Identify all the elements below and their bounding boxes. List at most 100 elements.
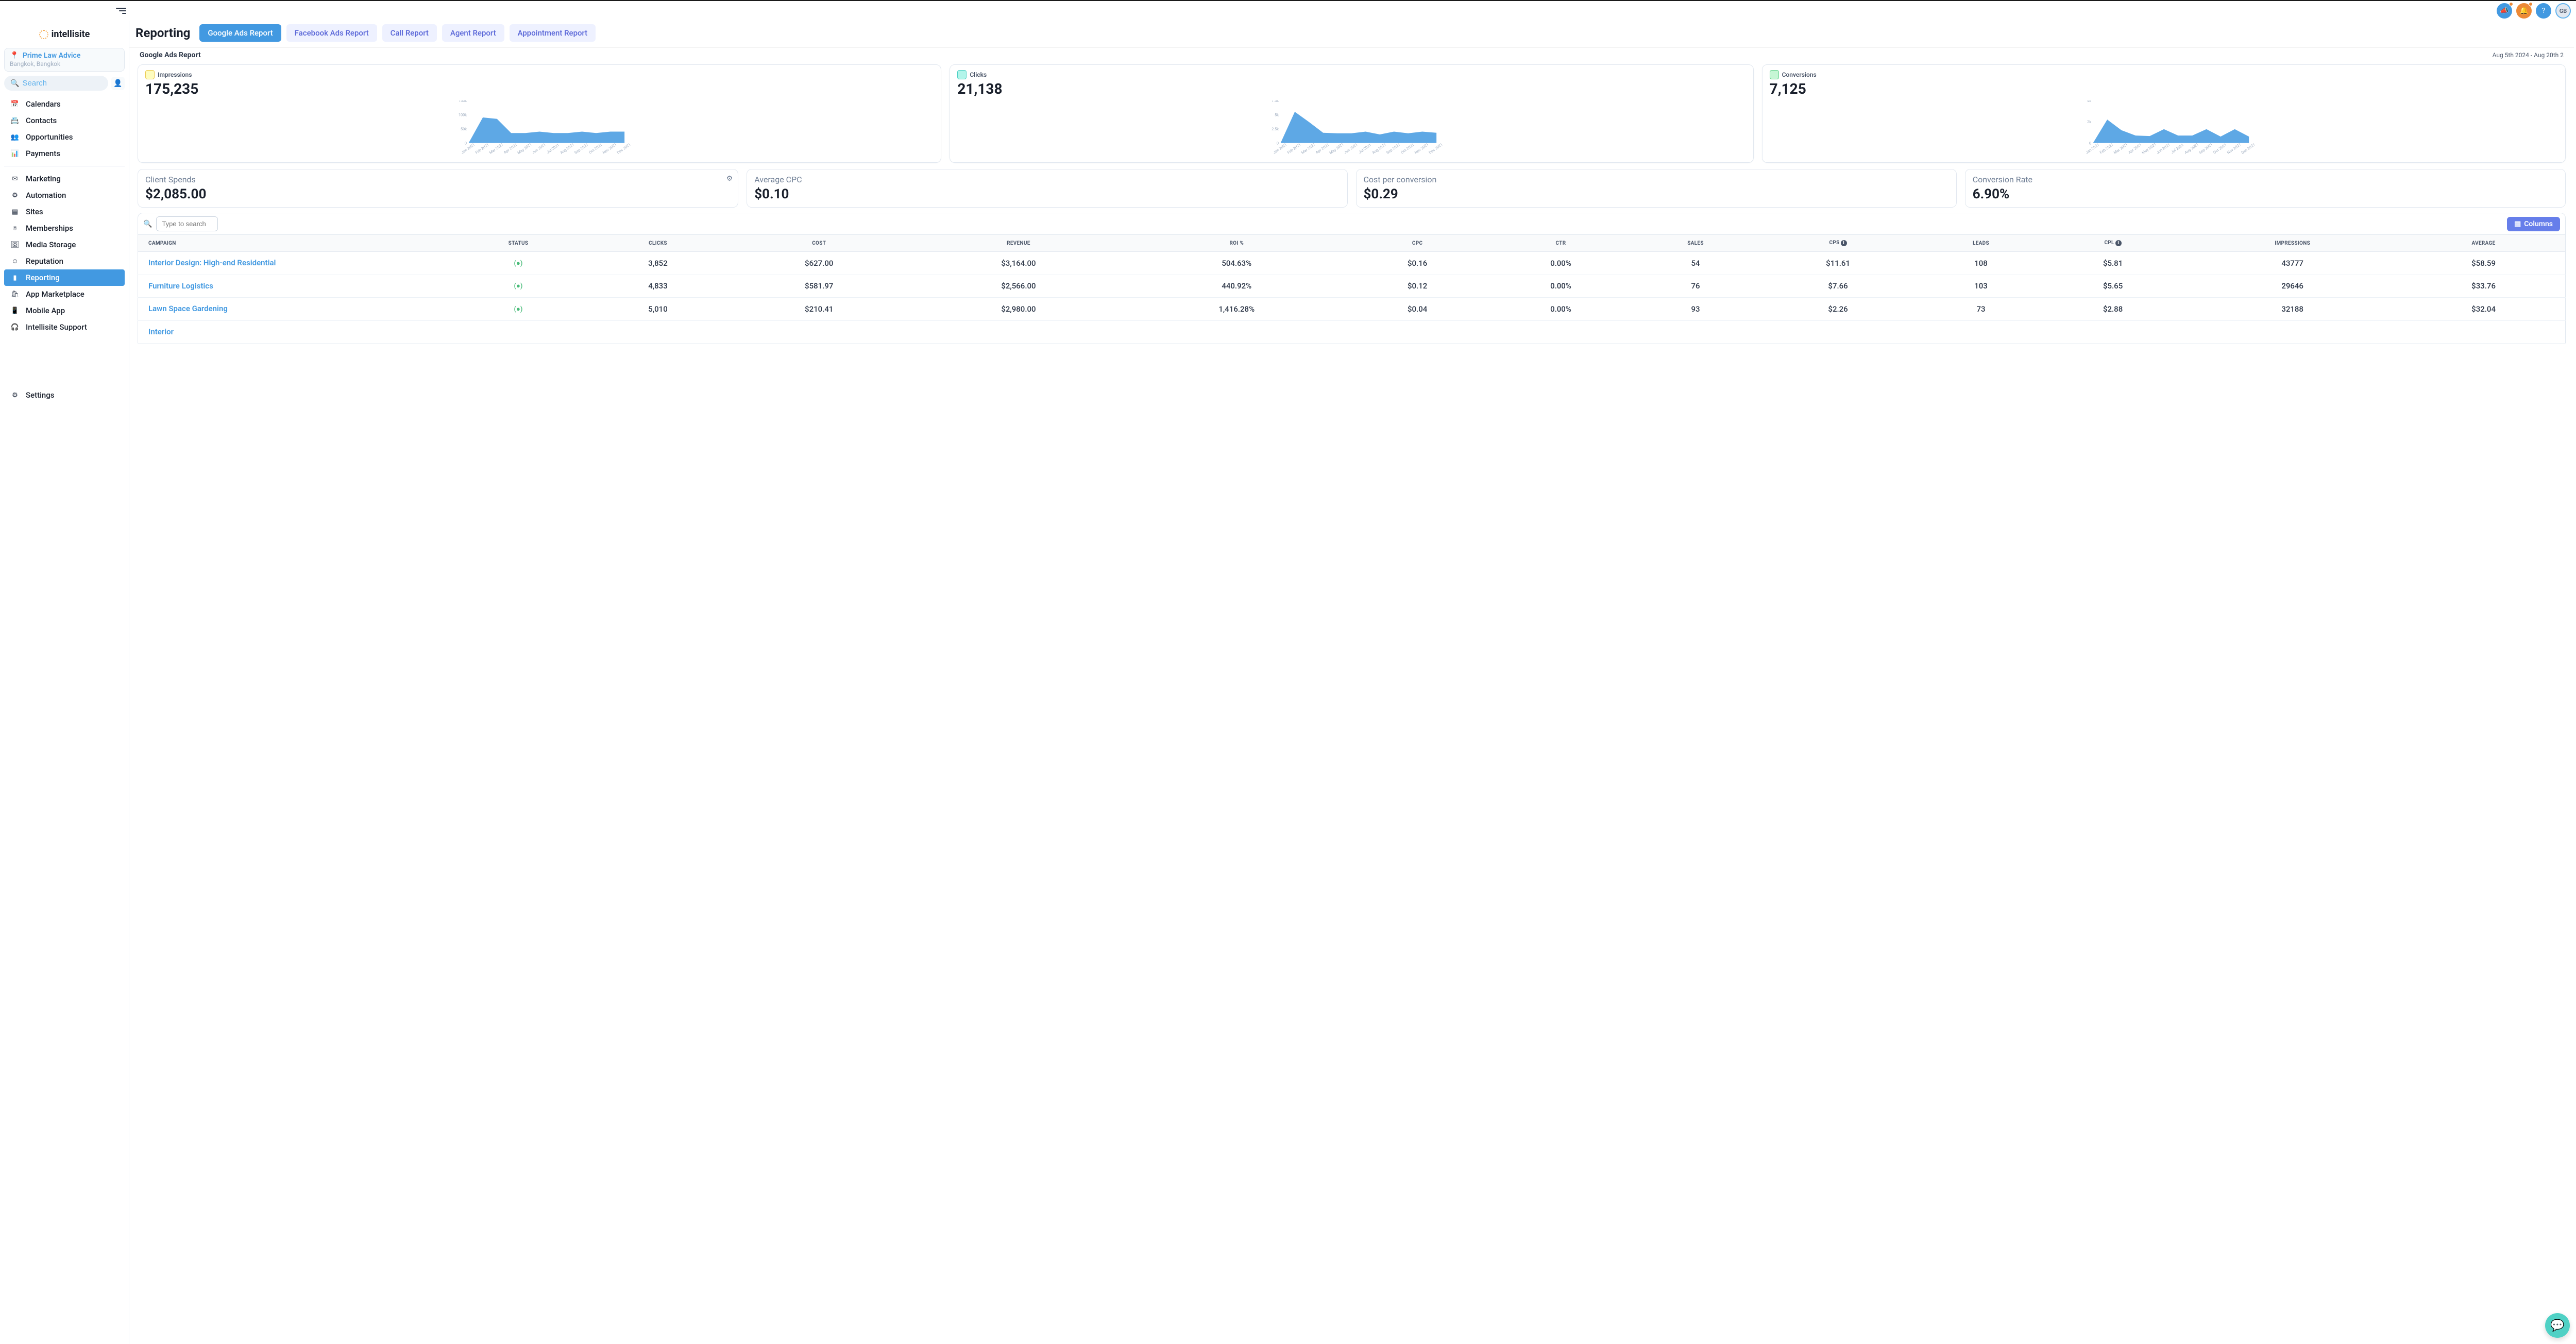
col-cpc[interactable]: CPC [1347, 235, 1487, 252]
columns-icon: ▦ [2514, 220, 2521, 228]
col-roi-%[interactable]: ROI % [1126, 235, 1347, 252]
columns-button-label: Columns [2524, 220, 2553, 228]
svg-text:Mar 2021: Mar 2021 [488, 142, 504, 155]
sidebar-item-opportunities[interactable]: 👥Opportunities [4, 129, 125, 145]
search-icon: 🔍 [143, 220, 152, 228]
sidebar-item-memberships[interactable]: ⍟Memberships [4, 220, 125, 236]
sidebar-item-calendars[interactable]: 📅Calendars [4, 96, 125, 112]
columns-button[interactable]: ▦ Columns [2507, 217, 2560, 231]
cell-sales: 76 [1634, 275, 1757, 298]
cell-cps [1757, 320, 1919, 344]
nav-icon: 📊 [10, 150, 20, 158]
col-cost[interactable]: COST [727, 235, 911, 252]
sidebar-item-contacts[interactable]: 📇Contacts [4, 112, 125, 129]
cell-clicks: 3,852 [589, 252, 727, 275]
search-box[interactable]: 🔍 [4, 76, 108, 91]
col-impressions[interactable]: IMPRESSIONS [2183, 235, 2402, 252]
cell-sales: 54 [1634, 252, 1757, 275]
svg-text:2.5k: 2.5k [1272, 127, 1279, 131]
info-icon: i [1841, 240, 1847, 246]
col-ctr[interactable]: CTR [1487, 235, 1634, 252]
nav-icon: ☺ [10, 257, 20, 265]
cell-cpl: $5.81 [2043, 252, 2183, 275]
svg-text:0: 0 [2089, 141, 2091, 145]
search-input[interactable] [22, 79, 102, 88]
cell-leads: 108 [1919, 252, 2043, 275]
account-selector[interactable]: 📍 Prime Law Advice Bangkok, Bangkok [4, 48, 125, 72]
table-row[interactable]: Furniture Logistics(●)4,833$581.97$2,566… [138, 275, 2566, 298]
svg-text:Apr 2021: Apr 2021 [503, 142, 518, 155]
svg-text:Sep 2021: Sep 2021 [573, 142, 589, 155]
card-label: Conversions [1782, 71, 1817, 78]
col-leads[interactable]: LEADS [1919, 235, 2043, 252]
cell-campaign[interactable]: Interior Design: High-end Residential [138, 252, 448, 275]
date-range[interactable]: Aug 5th 2024 - Aug 20th 2 [2493, 52, 2564, 59]
sidebar-item-mobile-app[interactable]: 📱Mobile App [4, 302, 125, 319]
person-icon[interactable]: 👤 [111, 77, 125, 90]
nav-icon: 📱 [10, 307, 20, 315]
sidebar-item-settings[interactable]: ⚙Settings [4, 387, 125, 403]
chat-bubble[interactable]: 💬 [2545, 1313, 2570, 1338]
sidebar-item-payments[interactable]: 📊Payments [4, 145, 125, 162]
cell-campaign[interactable]: Lawn Space Gardening [138, 298, 448, 321]
cell-cpl: $2.88 [2043, 298, 2183, 321]
help-button[interactable]: ? [2536, 3, 2551, 19]
cell-sales: 93 [1634, 298, 1757, 321]
sidebar-item-marketing[interactable]: ✉Marketing [4, 171, 125, 187]
nav-label: App Marketplace [26, 290, 84, 299]
table-search-input[interactable] [156, 216, 218, 231]
tab-facebook-ads-report[interactable]: Facebook Ads Report [286, 24, 377, 42]
cell-cpc [1347, 320, 1487, 344]
col-cps[interactable]: CPSi [1757, 235, 1919, 252]
tab-call-report[interactable]: Call Report [382, 24, 437, 42]
cell-cost [727, 320, 911, 344]
col-clicks[interactable]: CLICKS [589, 235, 727, 252]
tab-appointment-report[interactable]: Appointment Report [510, 24, 596, 42]
table-toolbar: 🔍 ▦ Columns [138, 213, 2566, 235]
svg-text:Aug 2021: Aug 2021 [559, 142, 575, 155]
stat-value: $0.29 [1364, 186, 1949, 202]
col-sales[interactable]: SALES [1634, 235, 1757, 252]
svg-text:0: 0 [465, 141, 467, 145]
table-row[interactable]: Interior [138, 320, 2566, 344]
sidebar-item-automation[interactable]: ⚙Automation [4, 187, 125, 203]
cell-average [2402, 320, 2565, 344]
notifications-button[interactable]: 🔔 [2516, 3, 2532, 19]
impressions-icon [145, 70, 155, 79]
svg-text:Jan 2021: Jan 2021 [1273, 142, 1288, 155]
cell-cps: $11.61 [1757, 252, 1919, 275]
tab-agent-report[interactable]: Agent Report [442, 24, 504, 42]
sidebar-item-reporting[interactable]: ▮Reporting [4, 269, 125, 286]
svg-text:Feb 2021: Feb 2021 [2098, 142, 2114, 155]
sidebar-item-intellisite-support[interactable]: 🎧Intellisite Support [4, 319, 125, 335]
tab-google-ads-report[interactable]: Google Ads Report [199, 24, 281, 42]
metric-card-clicks: Clicks 21,138 02.5k5k7.5kJan 2021Feb 202… [950, 64, 1753, 163]
cell-campaign[interactable]: Furniture Logistics [138, 275, 448, 298]
svg-text:May 2021: May 2021 [2141, 142, 2157, 155]
logo-text: intellisite [52, 29, 90, 40]
user-avatar[interactable]: GB [2555, 3, 2571, 19]
svg-text:Oct 2021: Oct 2021 [2212, 142, 2227, 155]
table-row[interactable]: Interior Design: High-end Residential(●)… [138, 252, 2566, 275]
cell-revenue: $2,566.00 [911, 275, 1126, 298]
svg-text:Mar 2021: Mar 2021 [2113, 142, 2129, 155]
nav-icon: ✉ [10, 175, 20, 183]
svg-text:Nov 2021: Nov 2021 [602, 142, 618, 155]
col-cpl[interactable]: CPLi [2043, 235, 2183, 252]
svg-text:Dec 2021: Dec 2021 [1428, 142, 1444, 155]
table-row[interactable]: Lawn Space Gardening(●)5,010$210.41$2,98… [138, 298, 2566, 321]
sidebar-item-media-storage[interactable]: 🖼Media Storage [4, 236, 125, 253]
hamburger-icon[interactable] [116, 6, 126, 15]
gear-icon[interactable]: ⚙ [726, 175, 733, 183]
col-revenue[interactable]: REVENUE [911, 235, 1126, 252]
logo: intellisite [4, 25, 125, 48]
col-average[interactable]: AVERAGE [2402, 235, 2565, 252]
cell-campaign[interactable]: Interior [138, 320, 448, 344]
col-status[interactable]: STATUS [448, 235, 589, 252]
col-campaign[interactable]: CAMPAIGN [138, 235, 448, 252]
sidebar-item-reputation[interactable]: ☺Reputation [4, 253, 125, 269]
announce-button[interactable]: 📣 [2497, 3, 2512, 19]
sidebar-item-app-marketplace[interactable]: 🛍App Marketplace [4, 286, 125, 302]
sidebar-item-sites[interactable]: ▤Sites [4, 203, 125, 220]
stat-value: $2,085.00 [145, 186, 731, 202]
